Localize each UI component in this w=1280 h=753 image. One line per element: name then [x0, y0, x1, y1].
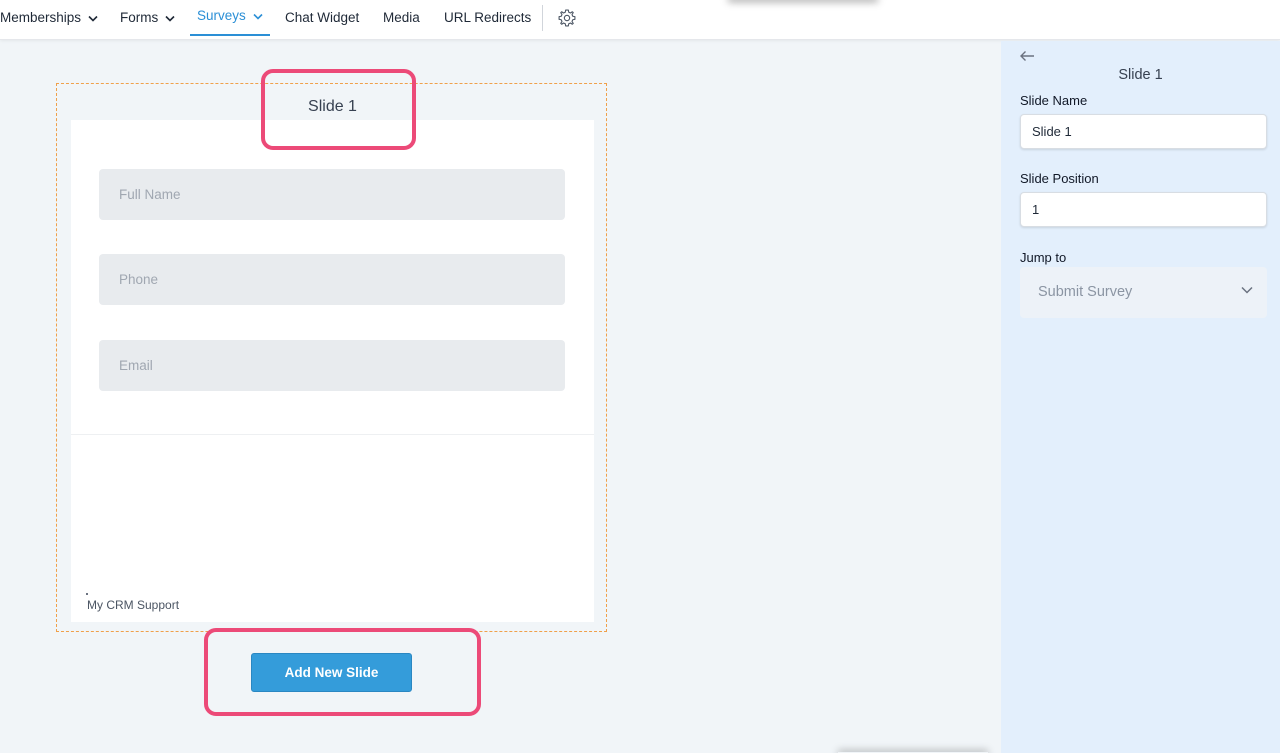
slide-frame[interactable]: Slide 1 Full Name Phone Email My CRM Sup… [56, 83, 607, 632]
chevron-down-icon [253, 13, 263, 20]
nav-chat-widget-label: Chat Widget [285, 10, 360, 25]
nav-url-redirects-label: URL Redirects [444, 10, 532, 25]
top-nav: Memberships Forms Surveys Chat Widget Me… [0, 0, 1280, 40]
email-field[interactable]: Email [99, 340, 565, 391]
jump-to-label: Jump to [1020, 250, 1067, 265]
jump-to-value: Submit Survey [1038, 284, 1133, 300]
highlight-add-slide [204, 628, 481, 716]
nav-surveys[interactable]: Surveys [190, 0, 270, 36]
gear-icon[interactable] [557, 8, 577, 28]
jump-to-select[interactable]: Submit Survey [1020, 267, 1267, 318]
nav-forms-label: Forms [120, 10, 159, 25]
slide-position-label: Slide Position [1020, 171, 1099, 186]
nav-url-redirects[interactable]: URL Redirects [444, 0, 531, 38]
phone-field[interactable]: Phone [99, 254, 565, 305]
chevron-down-icon [88, 15, 98, 22]
nav-chat-widget[interactable]: Chat Widget [285, 0, 359, 38]
slide-name-input[interactable]: Slide 1 [1020, 114, 1267, 149]
nav-memberships[interactable]: Memberships [0, 0, 98, 38]
nav-media[interactable]: Media [383, 0, 420, 38]
highlight-slide-title [261, 69, 416, 150]
card-divider [71, 434, 594, 435]
nav-divider [542, 5, 543, 31]
nav-surveys-label: Surveys [197, 8, 246, 23]
arrow-left-icon[interactable] [1019, 49, 1035, 63]
nav-forms[interactable]: Forms [120, 0, 175, 38]
slide-name-label: Slide Name [1020, 93, 1088, 108]
slide-card: Full Name Phone Email My CRM Support [71, 120, 594, 622]
panel-title: Slide 1 [1118, 67, 1163, 83]
full-name-field[interactable]: Full Name [99, 169, 565, 220]
chevron-down-icon [1241, 286, 1253, 294]
slide-position-input[interactable]: 1 [1020, 192, 1267, 227]
chevron-down-icon [165, 15, 175, 22]
nav-memberships-label: Memberships [0, 10, 82, 25]
footer-text: My CRM Support [87, 598, 180, 612]
nav-media-label: Media [383, 10, 420, 25]
slide-settings-panel: Slide 1 Slide Name Slide 1 Slide Positio… [1001, 41, 1280, 753]
footer-dot [86, 593, 88, 595]
